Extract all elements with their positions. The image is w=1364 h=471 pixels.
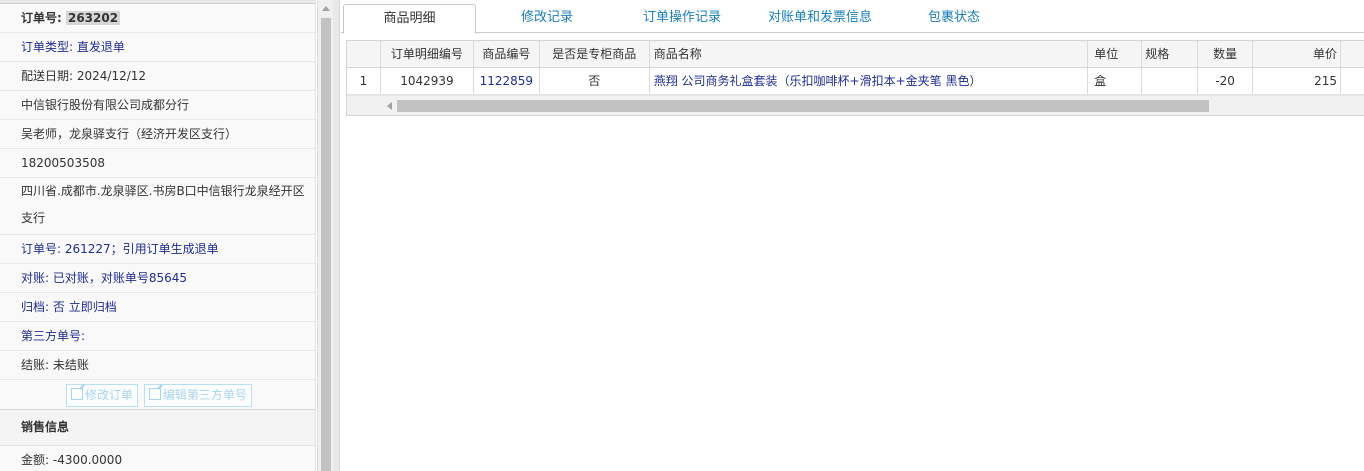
order-detail-window: 订单号: 263202 订单类型: 直发退单 配送日期: 2024/12/12 … [0, 0, 1364, 471]
scroll-up-arrow-icon[interactable] [322, 6, 330, 11]
order-number-value[interactable]: 263202 [65, 11, 121, 25]
header-product-name[interactable]: 商品名称 [650, 41, 1089, 67]
cell-overflow [1341, 68, 1364, 94]
header-detail-no[interactable]: 订单明细编号 [381, 41, 474, 67]
row-number: 1 [347, 68, 381, 94]
edit-icon [148, 388, 161, 400]
tab-statement-invoice[interactable]: 对账单和发票信息 [761, 4, 879, 34]
customer-phone: 18200503508 [0, 149, 315, 178]
delivery-date: 配送日期: 2024/12/12 [0, 62, 315, 91]
cell-detail-no: 1042939 [381, 68, 474, 94]
header-counter-product[interactable]: 是否是专柜商品 [540, 41, 650, 67]
settlement-status: 结账: 未结账 [0, 351, 315, 380]
cell-spec [1142, 68, 1199, 94]
tab-operation-log[interactable]: 订单操作记录 [627, 4, 737, 34]
customer-company: 中信银行股份有限公司成都分行 [0, 91, 315, 120]
archive-now-link[interactable]: 立即归档 [69, 300, 117, 314]
edit-order-label: 修改订单 [85, 388, 134, 402]
customer-contact: 吴老师，龙泉驿支行（经济开发区支行） [0, 120, 315, 149]
edit-third-party-label: 编辑第三方单号 [162, 388, 247, 402]
header-unit[interactable]: 单位 [1088, 41, 1143, 67]
header-quantity[interactable]: 数量 [1198, 41, 1254, 67]
cell-product-no[interactable]: 1122859 [474, 68, 540, 94]
header-row-number [347, 41, 381, 67]
cell-unit: 盒 [1088, 68, 1143, 94]
edit-third-party-button[interactable]: 编辑第三方单号 [143, 384, 252, 407]
sales-amount: 金额: -4300.0000 [0, 446, 315, 471]
action-buttons: 修改订单 编辑第三方单号 [0, 380, 315, 410]
cell-product-name[interactable]: 燕翔 公司商务礼盒套装（乐扣咖啡杯+滑扣本+金夹笔 黑色） [650, 68, 1089, 94]
header-product-no[interactable]: 商品编号 [474, 41, 540, 67]
delivery-address: 四川省.成都市.龙泉驿区.书房B口中信银行龙泉经开区支行 [0, 178, 315, 235]
edit-order-button[interactable]: 修改订单 [66, 384, 139, 407]
scrollbar-thumb[interactable] [321, 18, 331, 471]
order-number-label: 订单号: [21, 11, 66, 25]
grid-header: 订单明细编号 商品编号 是否是专柜商品 商品名称 单位 规格 数量 单价 [347, 41, 1364, 68]
third-party-number: 第三方单号: [0, 322, 315, 351]
tab-bar: 商品明细 修改记录 订单操作记录 对账单和发票信息 包裹状态 [341, 0, 1364, 34]
order-number-row: 订单号: 263202 [0, 4, 315, 33]
tab-product-details[interactable]: 商品明细 [343, 4, 476, 34]
table-row[interactable]: 1 1042939 1122859 否 燕翔 公司商务礼盒套装（乐扣咖啡杯+滑扣… [347, 68, 1364, 95]
tab-package-status[interactable]: 包裹状态 [914, 4, 994, 34]
grid-horizontal-scrollbar[interactable] [347, 95, 1364, 115]
detail-panel: 商品明细 修改记录 订单操作记录 对账单和发票信息 包裹状态 订单明细编号 商品… [341, 0, 1364, 471]
header-spec[interactable]: 规格 [1142, 41, 1199, 67]
left-panel-scrollbar[interactable] [317, 0, 333, 471]
archive-row: 归档: 否 立即归档 [0, 293, 315, 322]
product-grid: 订单明细编号 商品编号 是否是专柜商品 商品名称 单位 规格 数量 单价 1 1… [346, 40, 1364, 116]
reference-order: 订单号: 261227；引用订单生成退单 [0, 235, 315, 264]
cell-quantity: -20 [1198, 68, 1254, 94]
edit-icon [71, 388, 83, 400]
reconcile-status: 对账: 已对账，对账单号85645 [0, 264, 315, 293]
sales-section-title: 销售信息 [0, 410, 315, 446]
archive-status: 归档: 否 [21, 300, 65, 314]
header-unit-price[interactable]: 单价 [1253, 41, 1341, 67]
scroll-left-arrow-icon[interactable] [387, 102, 392, 110]
panel-splitter[interactable] [333, 0, 340, 471]
cell-counter-product: 否 [540, 68, 650, 94]
horizontal-scrollbar-thumb[interactable] [397, 100, 1209, 112]
header-overflow [1341, 41, 1364, 67]
order-info-panel: 订单号: 263202 订单类型: 直发退单 配送日期: 2024/12/12 … [0, 0, 316, 471]
order-type: 订单类型: 直发退单 [0, 33, 315, 62]
cell-unit-price: 215 [1253, 68, 1341, 94]
tab-edit-history[interactable]: 修改记录 [501, 4, 593, 34]
